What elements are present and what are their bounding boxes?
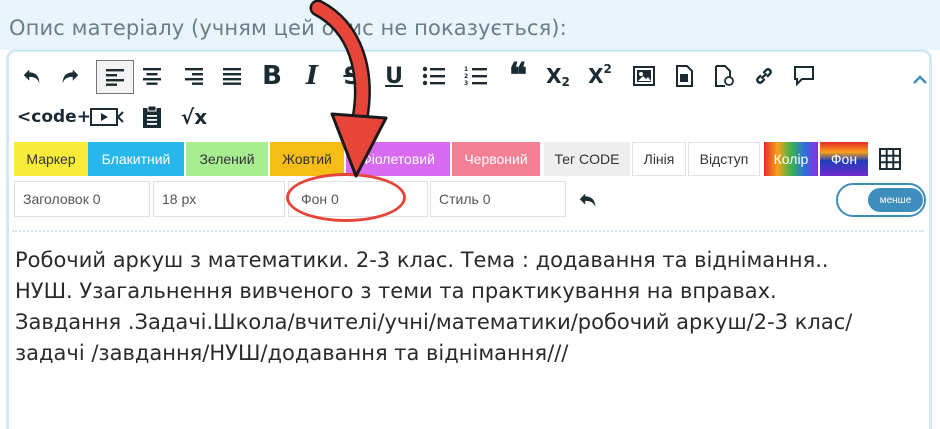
line-button[interactable]: Лінія [632,142,686,176]
heading-field[interactable]: Заголовок 0 [14,181,150,217]
indent-button[interactable]: Відступ [688,142,760,176]
font-size-value: 18 px [162,191,197,207]
quote-icon[interactable]: ❝ [500,56,536,96]
line-label: Лінія [643,151,675,167]
code-tag-button[interactable]: Тег CODE [544,142,630,176]
numbered-list-icon[interactable]: 123 [458,60,494,92]
video-icon[interactable] [88,101,128,133]
content-line: задачі /завдання/НУШ/додавання та віднім… [15,341,569,365]
less-toggle-knob: менше [868,188,923,212]
content-line: Робочий аркуш з математики. 2-3 клас. Те… [15,248,829,272]
editor-content[interactable]: Робочий аркуш з математики. 2-3 клас. Те… [15,245,925,369]
redo-icon[interactable] [52,60,88,92]
align-left-icon[interactable] [96,60,134,94]
style-field[interactable]: Стиль 0 [430,181,566,217]
chevron-up-icon[interactable] [910,70,930,90]
green-label: Зелений [199,151,255,167]
green-button[interactable]: Зелений [186,142,268,176]
link-icon[interactable] [746,60,782,92]
background-color-button[interactable]: Фон [820,142,868,176]
content-line: Завдання .Задачі.Школа/вчителі/учні/мате… [15,310,853,334]
clipboard-icon[interactable] [134,101,170,133]
marker-button[interactable]: Маркер [14,142,88,176]
file-add-icon[interactable] [706,60,742,92]
align-center-icon[interactable] [134,60,170,92]
file-icon[interactable] [666,60,702,92]
style-value: Стиль 0 [439,191,491,207]
marker-label: Маркер [26,151,76,167]
table-icon[interactable] [872,142,908,176]
undo-icon[interactable] [14,60,50,92]
reset-undo-icon[interactable] [570,183,606,217]
svg-text:1: 1 [464,66,468,73]
heading-value: Заголовок 0 [23,191,101,207]
font-size-field[interactable]: 18 px [153,181,285,217]
bullet-list-icon[interactable] [416,60,452,92]
comment-icon[interactable] [786,60,822,92]
subscript-icon[interactable]: X2 [540,60,576,92]
blue-label: Блакитний [101,151,171,167]
content-line: НУШ. Узагальнення вивченого з теми та пр… [15,279,777,303]
blue-button[interactable]: Блакитний [88,142,184,176]
code-icon[interactable]: <code+ [16,101,92,133]
image-icon[interactable] [626,60,662,92]
background-color-label: Фон [830,151,858,167]
less-toggle-label: менше [879,194,912,206]
red-label: Червоний [464,151,528,167]
annotation-arrow-icon [309,0,388,178]
red-button[interactable]: Червоний [452,142,540,176]
bold-icon[interactable]: B [254,60,290,92]
svg-text:2: 2 [464,73,468,80]
sqrt-icon[interactable]: √x [176,101,212,133]
description-label: Опис матеріалу (учням цей опис не показу… [9,16,567,40]
svg-text:3: 3 [464,80,468,87]
indent-label: Відступ [699,151,749,167]
editor-divider [12,230,924,232]
align-right-icon[interactable] [176,60,212,92]
align-justify-icon[interactable] [214,60,250,92]
less-toggle[interactable]: менше [836,183,926,217]
text-color-label: Колір [773,151,809,167]
code-tag-label: Тег CODE [554,151,620,167]
superscript-icon[interactable]: X2 [582,60,618,92]
text-color-button[interactable]: Колір [764,142,818,176]
